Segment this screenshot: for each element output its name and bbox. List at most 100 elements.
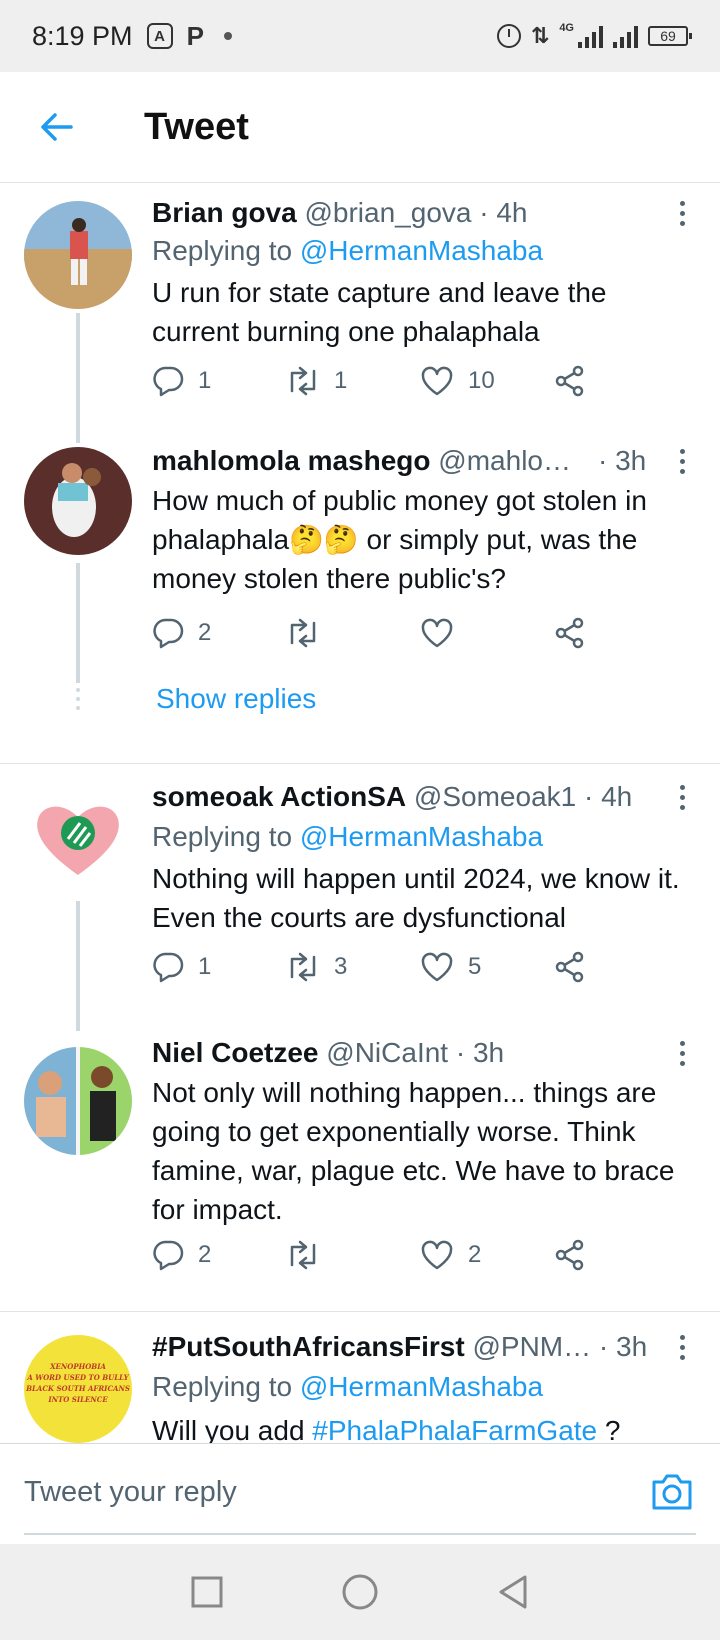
tweet-time: · 4h [584,781,633,812]
retweet-icon [290,952,316,982]
share-button[interactable] [554,951,586,983]
author-name[interactable]: someoak ActionSA [152,781,406,812]
share-button[interactable] [554,365,586,397]
share-button[interactable] [554,1239,586,1271]
parking-icon: P [186,20,204,51]
reply-icon [153,618,184,649]
retweet-button[interactable] [286,617,320,649]
author-handle: @mahlo… [438,445,571,476]
camera-button[interactable] [650,1472,694,1512]
avatar[interactable] [24,1047,132,1155]
avatar[interactable] [24,201,132,309]
share-button[interactable] [554,617,586,649]
author-name[interactable]: mahlomola mashego [152,445,431,476]
tweet-timeline[interactable]: Brian gova @brian_gova · 4h Replying to … [0,183,720,1443]
mention-link[interactable]: @HermanMashaba [300,821,543,852]
retweet-button[interactable]: 1 [286,365,347,397]
more-options-button[interactable] [670,1035,694,1071]
retweet-icon [290,618,316,648]
tweet-text: How much of public money got stolen in p… [152,485,647,594]
more-options-button[interactable] [670,1329,694,1365]
battery-icon: 69 [648,26,692,46]
like-button[interactable]: 2 [420,1239,481,1271]
more-icon [679,200,685,206]
share-icon [555,1239,584,1271]
tweet-text: Not only will nothing happen... things a… [152,1077,675,1225]
reply-count: 1 [198,367,212,394]
mention-link[interactable]: @HermanMashaba [300,1371,543,1402]
show-replies-link[interactable]: Show replies [156,683,316,715]
signal-icon-2 [613,24,638,48]
author-handle: @Someoak1 [413,781,577,812]
camera-icon [652,1474,692,1510]
reply-composer [0,1443,720,1544]
retweet-count: 1 [334,367,348,394]
tweet-time: · 3h [455,1037,505,1068]
reply-button[interactable]: 2 [152,1239,211,1271]
tweet-actions: 1 1 10 [152,365,622,405]
reply-icon [153,1240,184,1271]
more-options-button[interactable] [670,443,694,479]
back-icon [499,1575,527,1609]
more-options-button[interactable] [670,195,694,231]
battery-level: 69 [660,28,676,44]
home-icon [342,1574,378,1610]
back-arrow-icon [41,113,73,141]
author-name[interactable]: Niel Coetzee [152,1037,319,1068]
system-back-button[interactable] [493,1572,533,1612]
avatar[interactable] [24,783,132,891]
tweet-actions: 1 3 5 [152,951,622,991]
like-button[interactable] [420,617,454,649]
signal-icon [578,24,603,48]
author-name[interactable]: Brian gova [152,197,297,228]
network-type: 4G [559,22,574,34]
like-icon [421,952,453,982]
divider [0,763,720,764]
retweet-button[interactable]: 3 [286,951,347,983]
tweet-time: · 3h [598,1331,648,1362]
recent-apps-button[interactable] [187,1572,227,1612]
reply-button[interactable]: 1 [152,365,211,397]
tweet-time: · 4h [479,197,528,228]
retweet-count: 3 [334,953,348,980]
hashtag-link[interactable]: #PhalaPhalaFarmGate [312,1415,597,1443]
tweet-text: Will you add #PhalaPhalaFarmGate ? [152,1411,697,1443]
like-button[interactable]: 10 [420,365,495,397]
more-icon [679,448,685,454]
divider [0,1311,720,1312]
avatar[interactable] [24,447,132,555]
more-icon [679,1040,685,1046]
retweet-icon [290,1240,316,1270]
recent-apps-icon [191,1576,223,1608]
retweet-button[interactable] [286,1239,320,1271]
reply-icon [153,366,184,397]
back-button[interactable] [26,97,86,157]
reply-button[interactable]: 1 [152,951,211,983]
tweet-time: · 3h [598,445,647,476]
status-bar: 8:19 PM A P ⇅ 4G 69 [0,0,720,72]
replying-to: Replying to @HermanMashaba [152,821,544,852]
reply-count: 2 [198,619,212,646]
reply-button[interactable]: 2 [152,617,211,649]
author-name[interactable]: #PutSouthAfricansFirst [152,1331,465,1362]
more-icon [679,1334,685,1340]
home-button[interactable] [340,1572,380,1612]
like-icon [421,618,453,648]
thread-line [76,901,80,1031]
reply-count: 2 [198,1241,212,1268]
author-handle: @PNM… [472,1331,592,1362]
reply-input[interactable] [24,1464,694,1520]
author-handle: @NiCaInt [326,1037,449,1068]
like-count: 5 [468,953,482,980]
author-handle: @brian_gova [304,197,472,228]
more-options-button[interactable] [670,779,694,815]
avatar[interactable]: XENOPHOBIA A WORD USED TO BULLY BLACK SO… [24,1335,132,1443]
mention-link[interactable]: @HermanMashaba [300,235,543,266]
app-header: Tweet [0,72,720,183]
like-button[interactable]: 5 [420,951,481,983]
replying-to: Replying to @HermanMashaba [152,235,544,266]
like-count: 10 [468,367,495,394]
app-notification-icon: A [146,23,173,49]
data-transfer-icon: ⇅ [530,23,550,48]
input-underline [24,1533,696,1535]
